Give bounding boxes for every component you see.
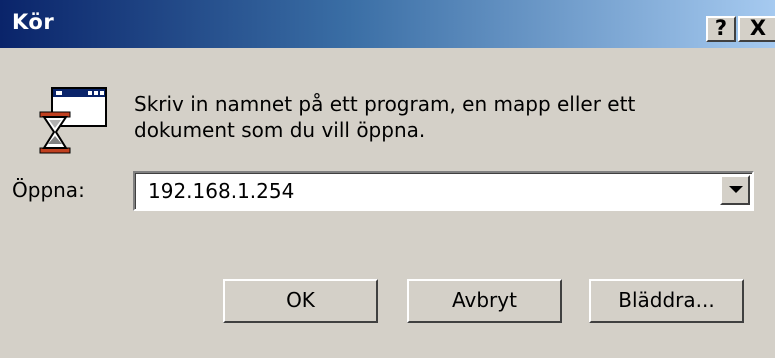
open-label: Öppna: [12,178,85,202]
run-program-icon [38,86,108,156]
dropdown-button[interactable] [720,175,750,205]
browse-button[interactable]: Bläddra... [589,279,744,323]
instruction-line-2: dokument som du vill öppna. [134,118,426,142]
help-button[interactable]: ? [706,16,736,42]
cancel-button[interactable]: Avbryt [407,279,562,323]
open-combobox[interactable]: 192.168.1.254 [133,171,754,211]
ok-button[interactable]: OK [223,279,378,323]
run-dialog: Kör ? X Skriv in namnet på ett program, … [0,0,775,358]
close-button[interactable]: X [738,16,775,42]
open-input[interactable]: 192.168.1.254 [148,179,294,203]
instruction-line-1: Skriv in namnet på ett program, en mapp … [134,92,636,116]
title-bar[interactable]: Kör ? X [0,0,775,48]
window-title: Kör [12,10,55,34]
instruction-text: Skriv in namnet på ett program, en mapp … [134,91,734,143]
chevron-down-icon [729,186,743,193]
